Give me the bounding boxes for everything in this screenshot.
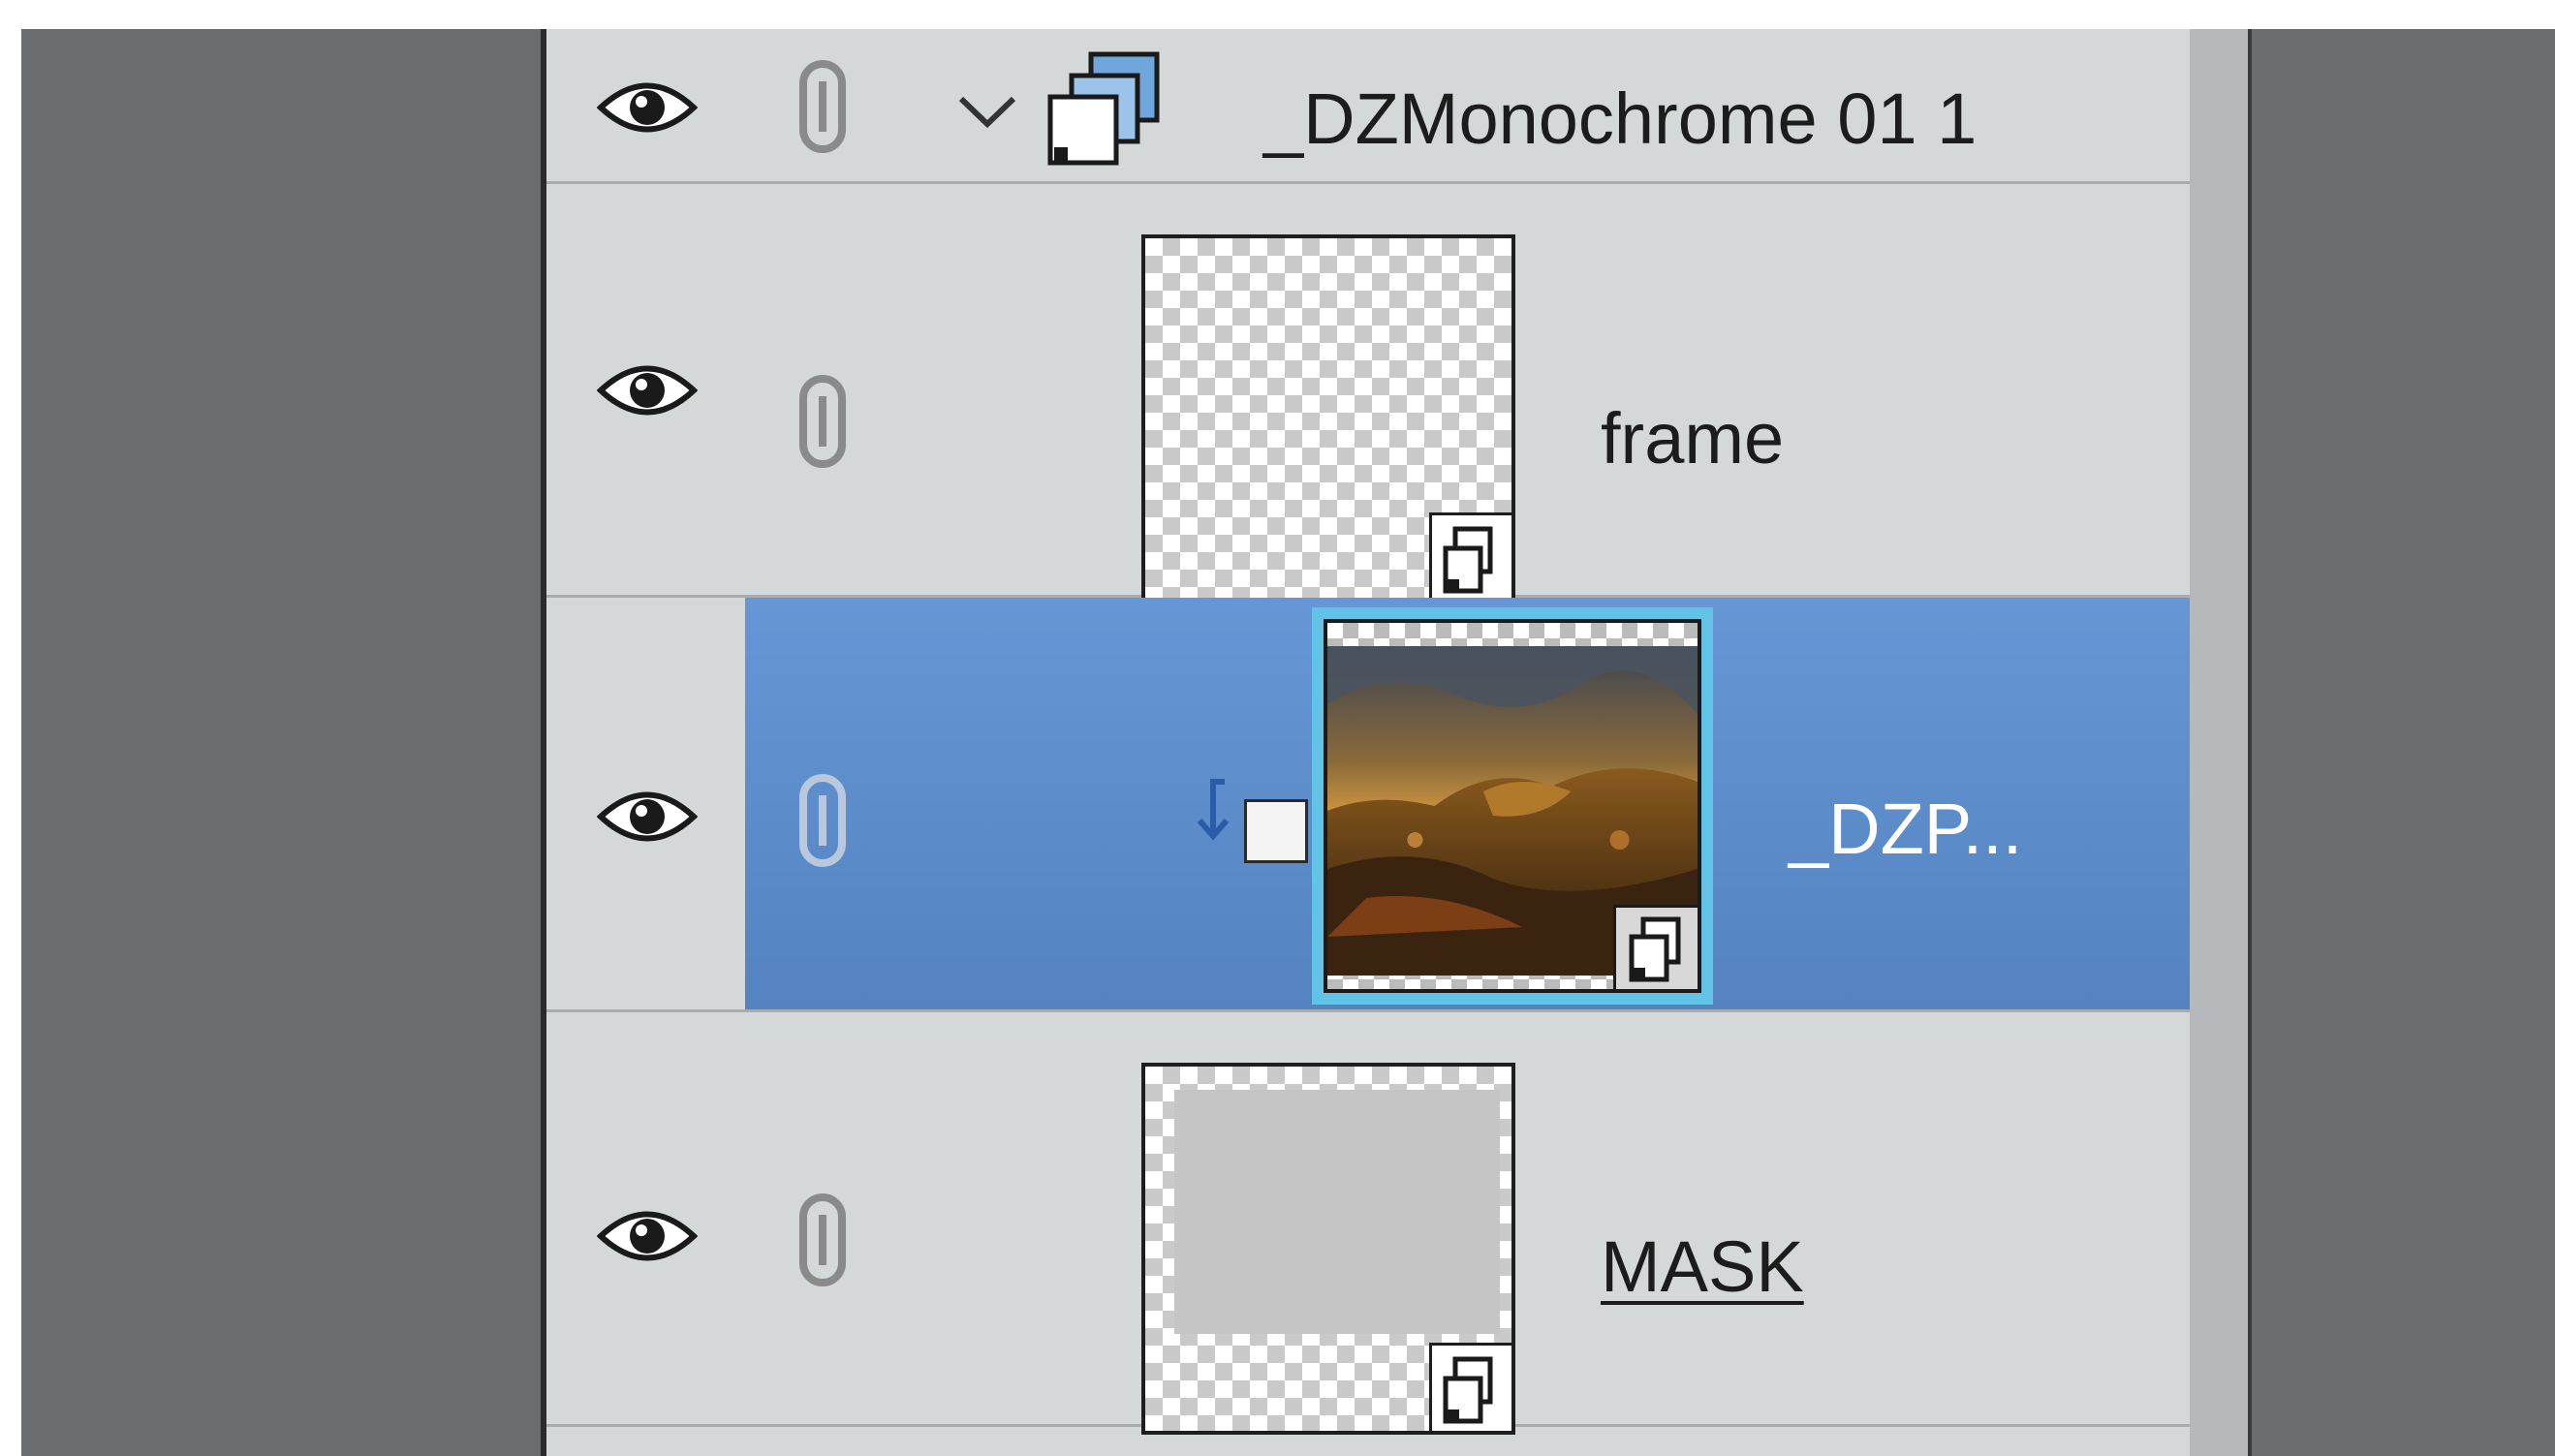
layer-thumbnail[interactable] [1141,234,1515,604]
layer-thumbnail[interactable] [1141,1063,1515,1435]
panel-edge [2248,29,2252,1456]
layer-row-partial [546,1427,2190,1456]
layers-panel: _DZMonochrome 01 1 frame _DZP... MASK [546,29,2190,1456]
visibility-eye-icon[interactable] [597,358,698,422]
smart-object-badge-icon [1429,1343,1511,1431]
layer-group-row[interactable]: _DZMonochrome 01 1 [546,29,2190,184]
link-icon[interactable] [794,1192,852,1288]
scrollbar[interactable] [2190,29,2248,1456]
layer-row-selected[interactable]: _DZP... [546,598,2190,1012]
smart-object-badge-icon [1613,905,1698,989]
link-icon[interactable] [794,373,852,470]
visibility-eye-icon[interactable] [597,76,698,139]
layer-name[interactable]: MASK [1601,1225,1804,1308]
mask-fill [1174,1090,1500,1334]
visibility-eye-icon[interactable] [597,785,698,849]
layer-name[interactable]: frame [1601,397,1784,480]
link-icon[interactable] [794,58,852,155]
clipping-arrow-icon [1197,779,1230,841]
link-icon[interactable] [794,772,852,869]
chevron-down-icon[interactable] [953,87,1021,136]
layer-row-frame[interactable]: frame [546,184,2190,604]
layer-name[interactable]: _DZP... [1789,788,2022,870]
clipping-mask-indicator [1244,799,1308,863]
smart-object-badge-icon [1429,512,1511,601]
layer-row-mask[interactable]: MASK [546,1012,2190,1435]
smart-object-group-icon [1047,51,1160,166]
visibility-eye-icon[interactable] [597,1204,698,1268]
group-name[interactable]: _DZMonochrome 01 1 [1263,77,1977,160]
layer-thumbnail-selected[interactable] [1312,607,1713,1005]
